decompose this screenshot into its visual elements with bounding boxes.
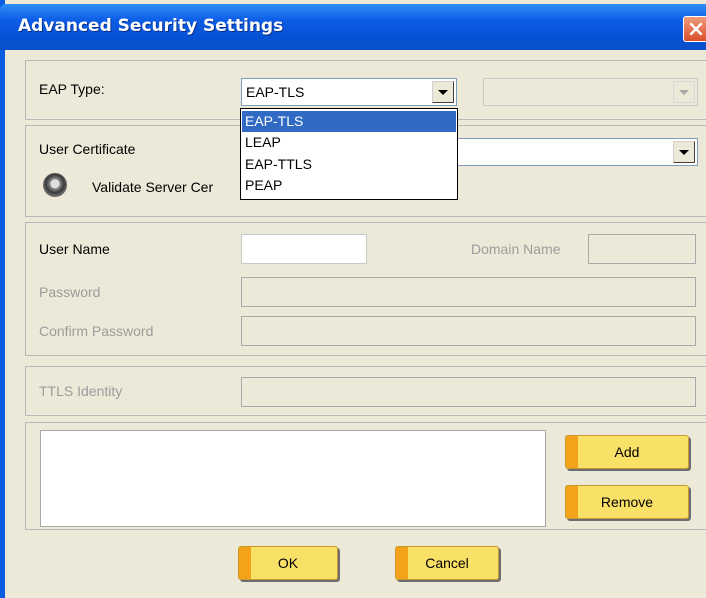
eap-type-dropdown-list[interactable]: EAP-TLS LEAP EAP-TTLS PEAP — [240, 108, 458, 200]
chevron-down-icon — [679, 90, 689, 95]
eap-type-label: EAP Type: — [39, 81, 105, 97]
eap-subtype-dropdown-button[interactable] — [673, 81, 695, 103]
ttls-identity-label: TTLS Identity — [39, 383, 123, 399]
close-button[interactable] — [683, 16, 706, 42]
eap-subtype-select[interactable] — [483, 78, 698, 106]
remove-button[interactable]: Remove — [565, 485, 689, 519]
eap-option-leap[interactable]: LEAP — [242, 132, 456, 153]
entries-list[interactable] — [40, 430, 546, 527]
cancel-button[interactable]: Cancel — [395, 546, 499, 580]
ttls-identity-input[interactable] — [241, 377, 696, 407]
confirm-password-input[interactable] — [241, 316, 696, 346]
advanced-security-settings-window: Advanced Security Settings EAP Type: EAP… — [0, 0, 706, 598]
eap-option-peap[interactable]: PEAP — [242, 175, 456, 196]
password-label: Password — [39, 284, 101, 300]
title-bar[interactable]: Advanced Security Settings — [0, 4, 706, 50]
chevron-down-icon — [679, 150, 689, 155]
validate-server-certificate-radio[interactable] — [43, 173, 67, 197]
eap-type-dropdown-button[interactable] — [432, 81, 454, 103]
user-name-label: User Name — [39, 241, 110, 257]
user-certificate-select[interactable] — [456, 138, 698, 166]
eap-type-value: EAP-TLS — [246, 84, 305, 100]
validate-server-certificate-label: Validate Server Cer — [92, 179, 214, 195]
credentials-panel: User Name Domain Name Password Confirm P… — [25, 222, 706, 356]
eap-type-select[interactable]: EAP-TLS — [241, 78, 457, 106]
password-input[interactable] — [241, 277, 696, 307]
add-button[interactable]: Add — [565, 435, 689, 469]
eap-option-eap-ttls[interactable]: EAP-TTLS — [242, 154, 456, 175]
chevron-down-icon — [438, 90, 448, 95]
user-certificate-label: User Certificate — [39, 141, 136, 157]
confirm-password-label: Confirm Password — [39, 323, 154, 339]
domain-name-label: Domain Name — [471, 241, 561, 257]
domain-name-input[interactable] — [588, 234, 696, 264]
eap-option-eap-tls[interactable]: EAP-TLS — [242, 111, 456, 132]
ok-button[interactable]: OK — [238, 546, 338, 580]
ttls-identity-panel: TTLS Identity — [25, 366, 706, 416]
user-name-input[interactable] — [241, 234, 367, 264]
close-icon — [689, 22, 703, 36]
window-title: Advanced Security Settings — [18, 16, 284, 36]
user-certificate-dropdown-button[interactable] — [673, 141, 695, 163]
